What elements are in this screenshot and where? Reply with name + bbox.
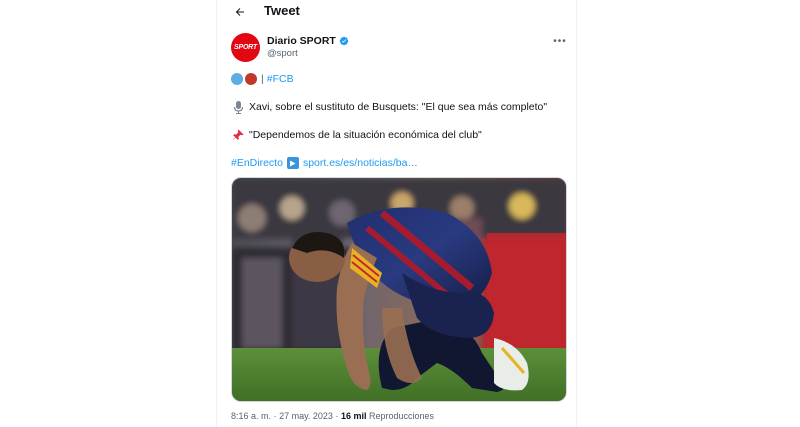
microphone-icon (231, 100, 245, 114)
page-title: Tweet (264, 3, 300, 18)
tweet-media-photo[interactable] (231, 177, 567, 402)
red-circle-icon (245, 73, 257, 85)
tweet-line-3: "Dependemos de la situación económica de… (231, 128, 482, 142)
author-name[interactable]: Diario SPORT (267, 35, 336, 47)
blue-circle-icon (231, 73, 243, 85)
column-border-left (216, 0, 217, 427)
tweet-date[interactable]: 27 may. 2023 (279, 411, 333, 421)
play-button-icon (286, 157, 299, 169)
separator: | (261, 73, 264, 85)
tweet-text-xavi: Xavi, sobre el sustituto de Busquets: "E… (249, 101, 548, 113)
player-kneeling-photo (232, 178, 566, 401)
verified-badge-icon (339, 36, 349, 46)
page-header: Tweet (216, 0, 576, 24)
hashtag-endirecto-link[interactable]: #EnDirecto (231, 156, 283, 170)
tweet-time[interactable]: 8:16 a. m. (231, 411, 271, 421)
tweet-meta: 8:16 a. m. · 27 may. 2023 · 16 mil Repro… (231, 411, 434, 421)
pushpin-icon (231, 128, 245, 142)
more-options-button[interactable]: ••• (551, 34, 569, 48)
more-dots-icon: ••• (553, 35, 567, 47)
article-link[interactable]: sport.es/es/noticias/ba… (303, 156, 418, 170)
arrow-left-icon (235, 8, 244, 16)
column-border-right (576, 0, 577, 427)
meta-dot-2: · (335, 411, 339, 421)
author-name-row[interactable]: Diario SPORT (267, 35, 349, 47)
tweet-text-quote: "Dependemos de la situación económica de… (249, 129, 482, 141)
back-button[interactable] (230, 2, 250, 22)
tweet-line-1: | #FCB (231, 72, 294, 86)
tweet-author: SPORT Diario SPORT @sport ••• (231, 33, 569, 63)
views-label: Reproducciones (369, 411, 435, 421)
tweet-line-2: Xavi, sobre el sustituto de Busquets: "E… (231, 100, 547, 114)
hashtag-fcb-link[interactable]: #FCB (267, 72, 294, 86)
meta-dot: · (273, 411, 277, 421)
avatar[interactable]: SPORT (231, 33, 260, 62)
views-count: 16 mil (340, 411, 367, 421)
author-handle[interactable]: @sport (267, 48, 298, 59)
tweet-line-4: #EnDirecto sport.es/es/noticias/ba… (231, 156, 418, 170)
avatar-logo-text: SPORT (234, 44, 257, 51)
